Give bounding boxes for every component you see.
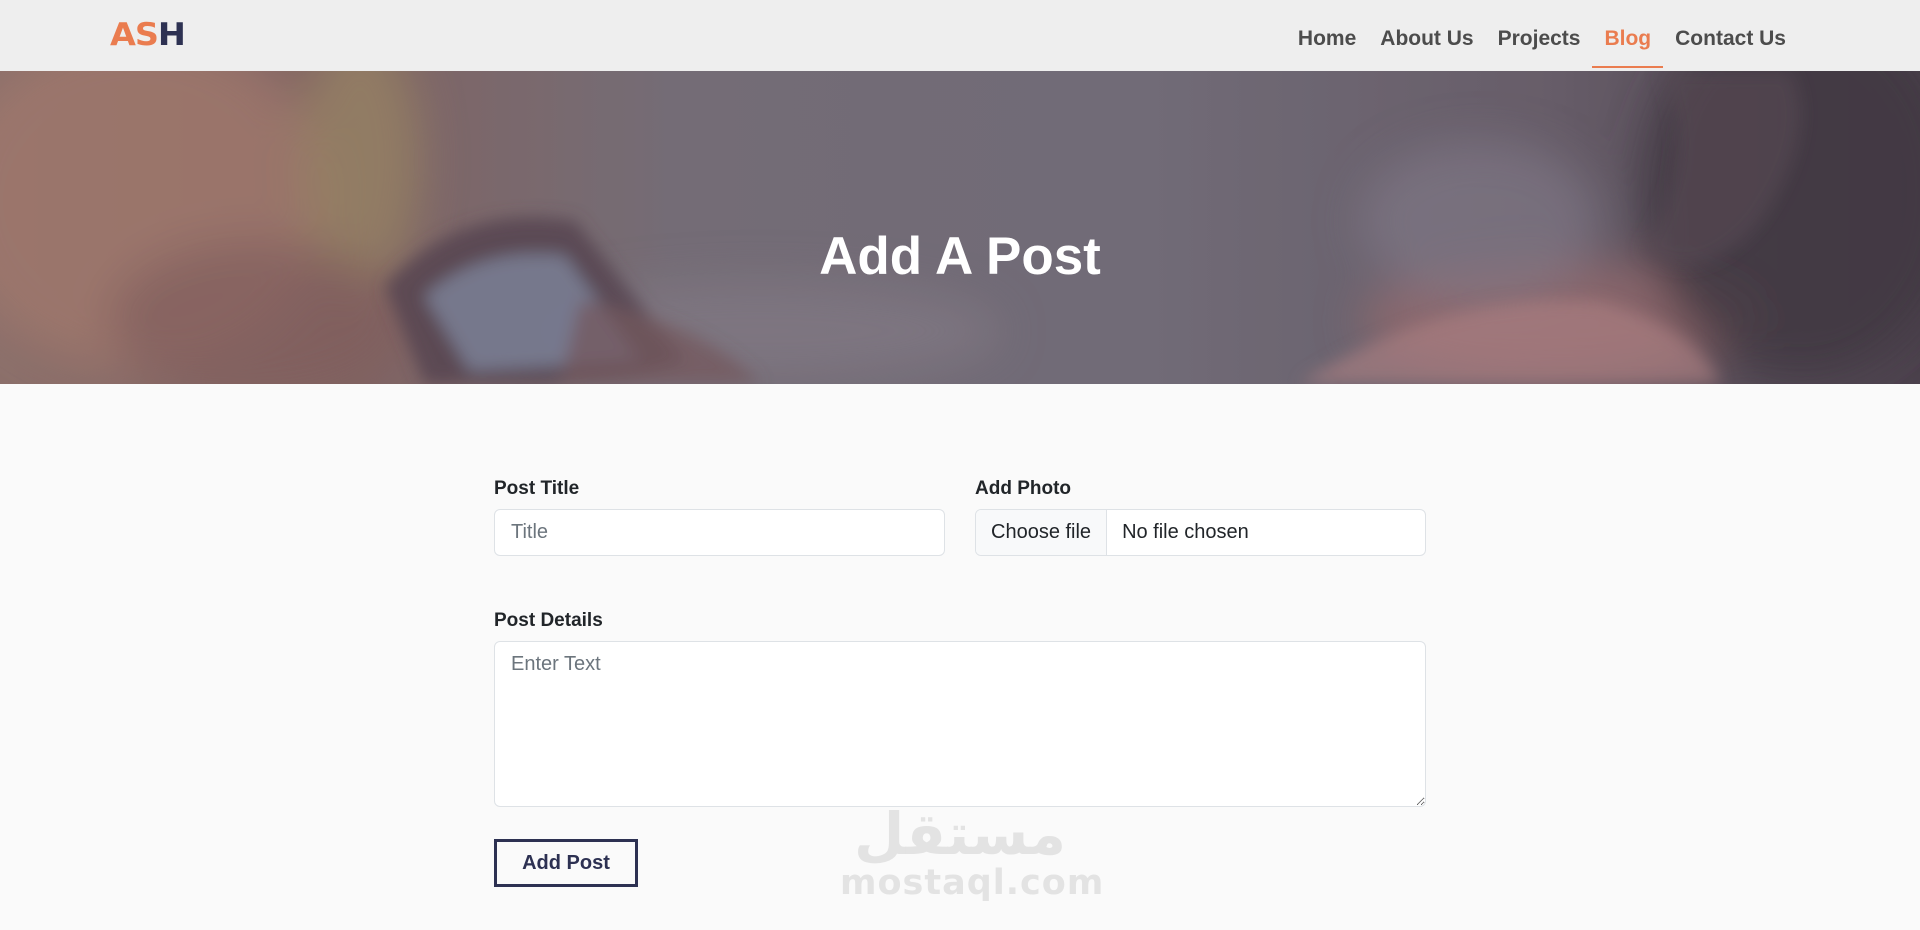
nav-blog[interactable]: Blog: [1592, 4, 1663, 68]
post-details-label: Post Details: [494, 610, 603, 631]
post-title-input[interactable]: [494, 509, 945, 556]
main-nav: Home About Us Projects Blog Contact Us: [1286, 0, 1798, 71]
logo-part-a: AS: [110, 17, 159, 53]
file-status-text: No file chosen: [1122, 521, 1249, 543]
nav-projects[interactable]: Projects: [1486, 4, 1593, 68]
post-details-textarea[interactable]: [494, 641, 1426, 807]
watermark-latin: mostaql.com: [840, 863, 1105, 903]
site-logo[interactable]: ASH: [110, 17, 186, 53]
post-title-label: Post Title: [494, 478, 580, 499]
photo-file-input[interactable]: Choose file No file chosen: [975, 509, 1426, 556]
watermark-arabic: مستقل: [853, 800, 1067, 868]
add-post-button[interactable]: Add Post: [494, 839, 638, 887]
hero-banner: Add A Post: [0, 71, 1920, 384]
nav-home[interactable]: Home: [1286, 4, 1368, 68]
logo-part-b: H: [157, 17, 186, 53]
add-photo-label: Add Photo: [975, 478, 1072, 499]
page-title: Add A Post: [819, 226, 1101, 286]
watermark-logo: مستقل mostaql.com: [840, 800, 1105, 903]
nav-about-us[interactable]: About Us: [1368, 4, 1485, 68]
add-post-form: Post Title Add Photo Choose file No file…: [0, 384, 1920, 930]
choose-file-button[interactable]: Choose file: [976, 510, 1108, 555]
nav-contact-us[interactable]: Contact Us: [1663, 4, 1798, 68]
navbar: ASH Home About Us Projects Blog Contact …: [0, 0, 1920, 71]
